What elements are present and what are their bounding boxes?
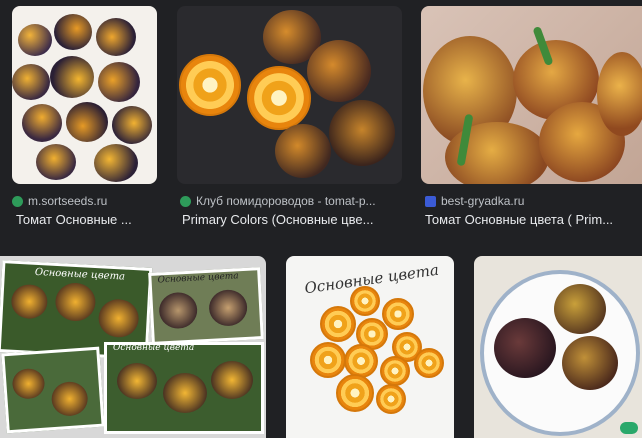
badge-icon — [620, 422, 638, 434]
collage-photo: Основные цвета — [104, 342, 264, 434]
tomato-slice — [344, 344, 378, 378]
result-image-4[interactable]: Основные цвета Основные цвета Основные ц… — [0, 256, 266, 438]
tomato — [98, 62, 140, 102]
tomato — [158, 291, 199, 330]
tomato — [36, 144, 76, 180]
collage-photo — [1, 346, 105, 434]
collage-photo: Основные цвета — [148, 267, 264, 345]
site-favicon-icon — [180, 195, 191, 207]
source-label: best-gryadka.ru — [441, 194, 525, 208]
result-title-2[interactable]: Primary Colors (Основные цве... — [182, 212, 402, 227]
tomato — [66, 102, 108, 142]
tomato — [494, 318, 556, 378]
result-image-1[interactable] — [12, 6, 157, 184]
tomato — [11, 367, 46, 400]
tomato — [554, 284, 606, 334]
tomato-slice — [320, 306, 356, 342]
result-title-3[interactable]: Томат Основные цвета ( Prim... — [425, 212, 642, 227]
source-label: Клуб помидороводов - tomat-p... — [196, 194, 376, 208]
tomato — [50, 380, 89, 418]
source-label: m.sortseeds.ru — [28, 194, 108, 208]
tomato — [12, 64, 50, 100]
result-source-3[interactable]: best-gryadka.ru — [425, 194, 524, 208]
tomato-slice — [376, 384, 406, 414]
tomato — [10, 283, 49, 320]
tomato — [54, 14, 92, 50]
image-caption: Основные цвета — [34, 266, 126, 283]
result-title-1[interactable]: Томат Основные ... — [16, 212, 161, 227]
result-source-1[interactable]: m.sortseeds.ru — [12, 194, 107, 208]
tomato-slice — [382, 298, 414, 330]
tomato — [97, 298, 140, 339]
tomato — [163, 373, 207, 413]
tomato — [275, 124, 331, 178]
tomato-slice — [414, 348, 444, 378]
tomato — [211, 361, 253, 399]
tomato — [597, 52, 642, 136]
result-image-6[interactable] — [474, 256, 642, 438]
tomato — [50, 56, 94, 98]
site-favicon-icon — [12, 195, 23, 207]
tomato — [112, 106, 152, 144]
tomato-slice — [247, 66, 311, 130]
result-image-5[interactable]: Основные цвета — [286, 256, 454, 438]
tomato — [329, 100, 395, 166]
tomato — [208, 288, 249, 327]
tomato — [54, 281, 97, 323]
tomato — [96, 18, 136, 56]
image-caption: Основные цвета — [113, 343, 195, 353]
tomato-slice — [310, 342, 346, 378]
result-source-2[interactable]: Клуб помидороводов - tomat-p... — [180, 194, 376, 208]
image-caption: Основные цвета — [157, 271, 239, 286]
tomato — [94, 144, 138, 182]
tomato — [117, 363, 157, 399]
tomato-slice — [350, 286, 380, 316]
tomato-slice — [336, 374, 374, 412]
tomato — [18, 24, 52, 56]
site-favicon-icon — [425, 195, 436, 207]
result-image-3[interactable] — [421, 6, 642, 184]
result-image-2[interactable] — [177, 6, 402, 184]
tomato-slice — [380, 356, 410, 386]
tomato-slice — [179, 54, 241, 116]
tomato — [307, 40, 371, 102]
tomato — [22, 104, 62, 142]
tomato — [562, 336, 618, 390]
